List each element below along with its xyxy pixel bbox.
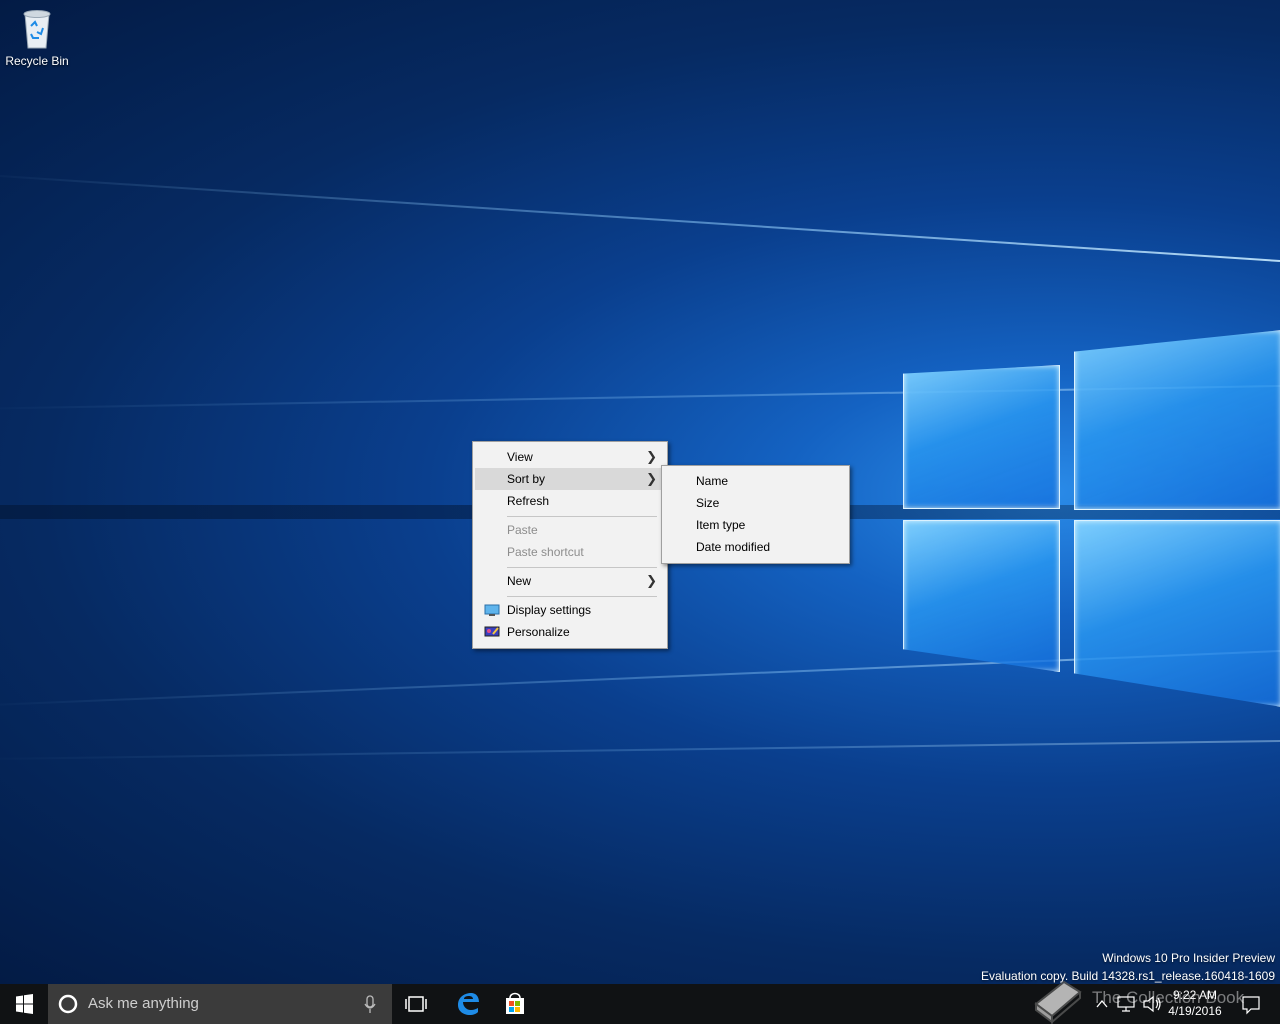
menu-item-label: Sort by — [507, 472, 546, 486]
menu-item-sort-by[interactable]: Sort by ❯ — [475, 468, 665, 490]
edge-icon — [458, 993, 479, 1015]
cortana-circle-icon — [58, 994, 78, 1014]
menu-item-label: Date modified — [696, 540, 771, 554]
menu-item-label: Name — [696, 474, 729, 488]
store-icon — [506, 992, 524, 1014]
menu-item-label: Paste — [507, 523, 538, 537]
menu-item-label: Paste shortcut — [507, 545, 584, 559]
windows-logo-pane — [1074, 520, 1280, 707]
book-logo-icon — [1034, 980, 1082, 1024]
menu-item-label: Refresh — [507, 494, 550, 508]
windows-logo-pane — [1074, 330, 1280, 510]
light-beam — [0, 740, 1280, 761]
menu-item-label: Size — [696, 496, 720, 510]
windows-start-icon — [16, 994, 33, 1014]
recycle-bin-label: Recycle Bin — [5, 54, 69, 68]
recycle-bin-icon — [23, 10, 51, 49]
personalize-icon — [484, 626, 500, 637]
chevron-right-icon: ❯ — [646, 471, 657, 486]
menu-item-label: Display settings — [507, 603, 592, 617]
menu-item-label: Personalize — [507, 625, 570, 639]
menu-separator — [507, 516, 657, 517]
recycle-bin-desktop-icon[interactable]: Recycle Bin — [4, 6, 70, 68]
edge-browser-button[interactable] — [444, 984, 492, 1024]
menu-item-new[interactable]: New ❯ — [475, 570, 665, 592]
desktop-context-menu: View ❯ Sort by ❯ Refresh Paste Paste sho… — [472, 441, 668, 649]
display-settings-icon — [484, 604, 500, 616]
menu-separator — [507, 596, 657, 597]
store-button[interactable] — [491, 984, 539, 1024]
task-view-icon — [405, 996, 427, 1012]
chevron-right-icon: ❯ — [646, 573, 657, 588]
light-beam — [0, 172, 1280, 262]
task-view-button[interactable] — [392, 984, 440, 1024]
sort-item-item-type[interactable]: Item type — [664, 514, 847, 536]
menu-item-label: New — [507, 574, 532, 588]
watermark-line: Evaluation copy. Build 14328.rs1_release… — [981, 969, 1275, 983]
menu-item-label: View — [507, 450, 533, 464]
sort-item-name[interactable]: Name — [664, 470, 847, 492]
taskbar: Ask me anything 9:22 AM 4/19/2016 — [0, 984, 1280, 1024]
build-watermark: Windows 10 Pro Insider Preview Evaluatio… — [981, 949, 1275, 985]
watermark-line: Windows 10 Pro Insider Preview — [1102, 951, 1275, 965]
windows-logo-pane — [903, 520, 1060, 672]
microphone-icon[interactable] — [360, 984, 380, 1024]
menu-item-view[interactable]: View ❯ — [475, 446, 665, 468]
menu-item-refresh[interactable]: Refresh — [475, 490, 665, 512]
overlay-watermark-text: The Collection Book — [1092, 988, 1245, 1007]
windows-logo-pane — [903, 365, 1060, 509]
menu-item-paste-shortcut[interactable]: Paste shortcut — [475, 541, 665, 563]
sort-item-size[interactable]: Size — [664, 492, 847, 514]
start-button[interactable] — [0, 984, 48, 1024]
menu-item-display-settings[interactable]: Display settings — [475, 599, 665, 621]
search-placeholder: Ask me anything — [88, 995, 199, 1012]
menu-item-personalize[interactable]: Personalize — [475, 621, 665, 643]
cortana-search-box[interactable]: Ask me anything — [48, 984, 392, 1024]
sort-item-date-modified[interactable]: Date modified — [664, 536, 847, 558]
menu-separator — [507, 567, 657, 568]
sort-by-submenu: Name Size Item type Date modified — [661, 465, 850, 564]
menu-item-paste[interactable]: Paste — [475, 519, 665, 541]
chevron-right-icon: ❯ — [646, 449, 657, 464]
menu-item-label: Item type — [696, 518, 746, 532]
